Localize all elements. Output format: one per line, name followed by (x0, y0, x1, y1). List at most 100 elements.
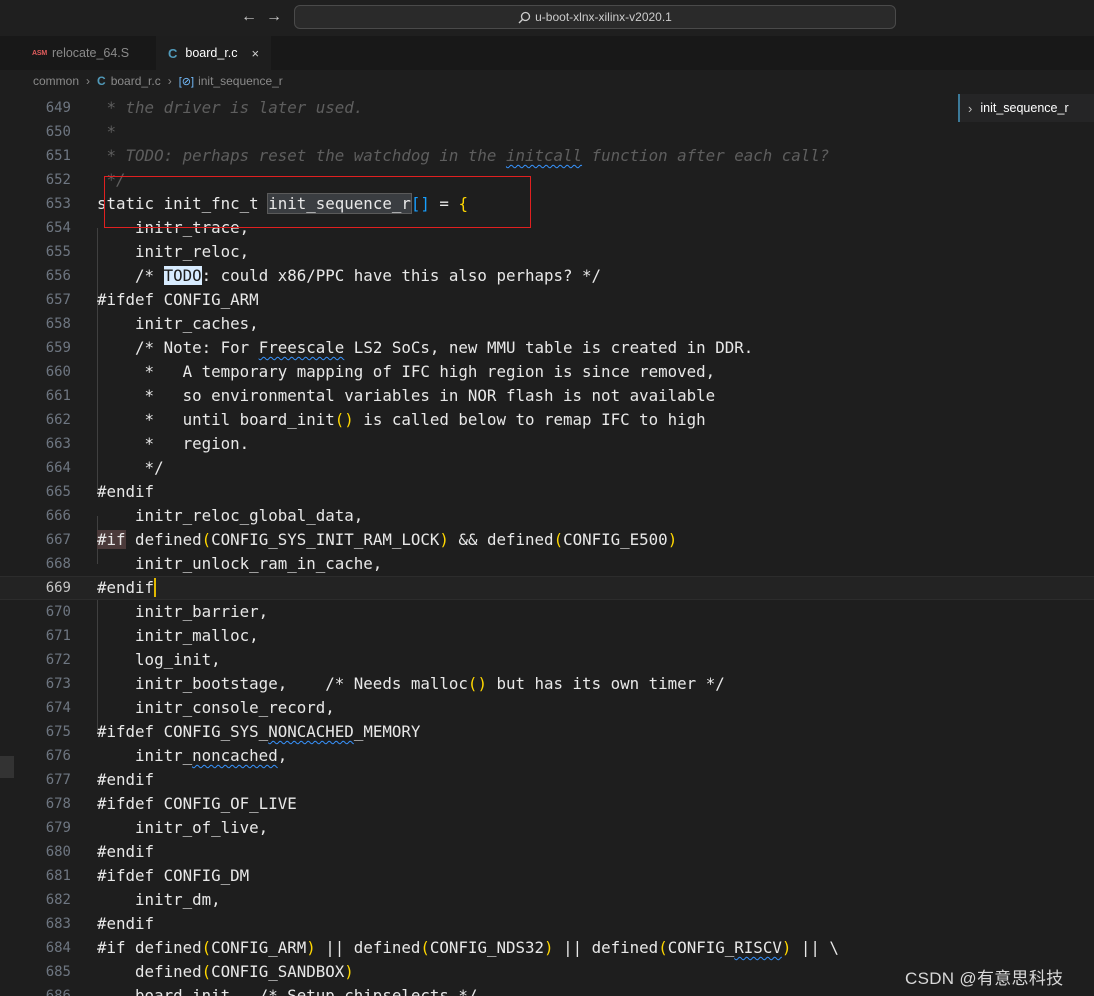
sticky-scroll-item[interactable]: › init_sequence_r (958, 94, 1094, 122)
code-line[interactable]: 668 initr_unlock_ram_in_cache, (0, 552, 1094, 576)
code-line[interactable]: 655 initr_reloc, (0, 240, 1094, 264)
code-text: #if defined(CONFIG_SYS_INIT_RAM_LOCK) &&… (97, 530, 678, 549)
code-line[interactable]: 667 #if defined(CONFIG_SYS_INIT_RAM_LOCK)… (0, 528, 1094, 552)
code-line[interactable]: 672 log_init, (0, 648, 1094, 672)
command-center-search[interactable]: u-boot-xlnx-xilinx-v2020.1 (294, 5, 896, 29)
chevron-right-icon: › (86, 74, 91, 88)
code-line[interactable]: 676 initr_noncached, (0, 744, 1094, 768)
code-line[interactable]: 678 #ifdef CONFIG_OF_LIVE (0, 792, 1094, 816)
code-text: * so environmental variables in NOR flas… (97, 386, 716, 405)
code-line[interactable]: 661 * so environmental variables in NOR … (0, 384, 1094, 408)
code-line[interactable]: 682 initr_dm, (0, 888, 1094, 912)
code-text: initr_of_live, (97, 818, 269, 837)
line-number: 668 (45, 556, 71, 572)
code-line[interactable]: 657 #ifdef CONFIG_ARM (0, 288, 1094, 312)
code-line[interactable]: 675 #ifdef CONFIG_SYS_NONCACHED_MEMORY (0, 720, 1094, 744)
line-number: 652 (45, 172, 71, 188)
code-text: initr_barrier, (97, 602, 269, 621)
code-text: #if defined(CONFIG_ARM) || defined(CONFI… (97, 938, 839, 957)
code-line[interactable]: 669 #endif (0, 576, 1094, 600)
search-text: u-boot-xlnx-xilinx-v2020.1 (535, 10, 672, 24)
tab-board-r-c[interactable]: C board_r.c × (156, 36, 272, 70)
chevron-right-icon: › (167, 74, 172, 88)
line-number: 658 (45, 316, 71, 332)
code-text: /* TODO: could x86/PPC have this also pe… (97, 266, 602, 285)
tab-label: relocate_64.S (51, 46, 130, 60)
code-line[interactable]: 677 #endif (0, 768, 1094, 792)
code-text: /* Note: For Freescale LS2 SoCs, new MMU… (97, 338, 754, 357)
line-number: 660 (45, 364, 71, 380)
line-number: 682 (45, 892, 71, 908)
title-bar: ← → u-boot-xlnx-xilinx-v2020.1 (0, 0, 1094, 36)
line-number: 686 (45, 988, 71, 996)
code-text: initr_console_record, (97, 698, 335, 717)
code-text: initr_reloc, (97, 242, 250, 261)
line-number: 679 (45, 820, 71, 836)
annotation-highlight-box (104, 176, 531, 228)
code-line[interactable]: 673 initr_bootstage, /* Needs malloc() b… (0, 672, 1094, 696)
breadcrumb: common › C board_r.c › [⊘] init_sequence… (0, 70, 1094, 92)
code-line[interactable]: 671 initr_malloc, (0, 624, 1094, 648)
code-text: initr_caches, (97, 314, 259, 333)
line-number: 664 (45, 460, 71, 476)
code-text: initr_malloc, (97, 626, 259, 645)
code-text: #endif (97, 770, 155, 789)
code-line[interactable]: 680 #endif (0, 840, 1094, 864)
code-line[interactable]: 681 #ifdef CONFIG_DM (0, 864, 1094, 888)
tab-label: board_r.c (185, 46, 238, 60)
code-line[interactable]: 660 * A temporary mapping of IFC high re… (0, 360, 1094, 384)
code-line[interactable]: 683 #endif (0, 912, 1094, 936)
line-number: 656 (45, 268, 71, 284)
close-icon[interactable]: × (252, 46, 260, 61)
watermark: CSDN @有意思科技 (905, 969, 1064, 988)
code-text: #endif (97, 578, 157, 597)
code-line[interactable]: 656 /* TODO: could x86/PPC have this als… (0, 264, 1094, 288)
code-text: initr_unlock_ram_in_cache, (97, 554, 383, 573)
breadcrumb-symbol[interactable]: init_sequence_r (198, 74, 283, 88)
code-text: * (97, 122, 117, 141)
code-text: #ifdef CONFIG_OF_LIVE (97, 794, 297, 813)
code-text: #ifdef CONFIG_DM (97, 866, 250, 885)
code-line[interactable]: 666 initr_reloc_global_data, (0, 504, 1094, 528)
code-text: initr_reloc_global_data, (97, 506, 364, 525)
code-text: initr_dm, (97, 890, 221, 909)
code-line[interactable]: 664 */ (0, 456, 1094, 480)
forward-arrow-icon[interactable]: → (266, 8, 282, 26)
code-line[interactable]: 674 initr_console_record, (0, 696, 1094, 720)
breadcrumb-folder[interactable]: common (33, 74, 79, 88)
line-number: 655 (45, 244, 71, 260)
code-line[interactable]: 658 initr_caches, (0, 312, 1094, 336)
tab-relocate-64[interactable]: ASM relocate_64.S (32, 36, 143, 70)
code-text: initr_bootstage, /* Needs malloc() but h… (97, 674, 725, 693)
line-number: 669 (45, 580, 71, 596)
back-arrow-icon[interactable]: ← (241, 8, 257, 26)
line-number: 673 (45, 676, 71, 692)
breadcrumb-file[interactable]: board_r.c (111, 74, 161, 88)
code-line[interactable]: 663 * region. (0, 432, 1094, 456)
code-line[interactable]: 670 initr_barrier, (0, 600, 1094, 624)
line-number: 665 (45, 484, 71, 500)
code-text: board_init, /* Setup chipselects */ (97, 986, 478, 996)
line-number: 672 (45, 652, 71, 668)
line-number: 666 (45, 508, 71, 524)
line-number: 659 (45, 340, 71, 356)
code-line[interactable]: 665 #endif (0, 480, 1094, 504)
sticky-scroll-label: init_sequence_r (980, 101, 1069, 115)
code-text: * A temporary mapping of IFC high region… (97, 362, 716, 381)
line-number: 685 (45, 964, 71, 980)
line-number: 674 (45, 700, 71, 716)
code-line[interactable]: 651 * TODO: perhaps reset the watchdog i… (0, 144, 1094, 168)
code-line[interactable]: 684 #if defined(CONFIG_ARM) || defined(CO… (0, 936, 1094, 960)
code-text: #ifdef CONFIG_SYS_NONCACHED_MEMORY (97, 722, 421, 741)
code-editor[interactable]: 649 * the driver is later used. 650 * 651 … (0, 96, 1094, 996)
code-line[interactable]: 659 /* Note: For Freescale LS2 SoCs, new… (0, 336, 1094, 360)
code-line[interactable]: 679 initr_of_live, (0, 816, 1094, 840)
code-line[interactable]: 662 * until board_init() is called below… (0, 408, 1094, 432)
line-number: 650 (45, 124, 71, 140)
line-number: 662 (45, 412, 71, 428)
line-number: 661 (45, 388, 71, 404)
code-line[interactable]: 649 * the driver is later used. (0, 96, 1094, 120)
line-number: 649 (45, 100, 71, 116)
code-line[interactable]: 650 * (0, 120, 1094, 144)
line-number: 678 (45, 796, 71, 812)
